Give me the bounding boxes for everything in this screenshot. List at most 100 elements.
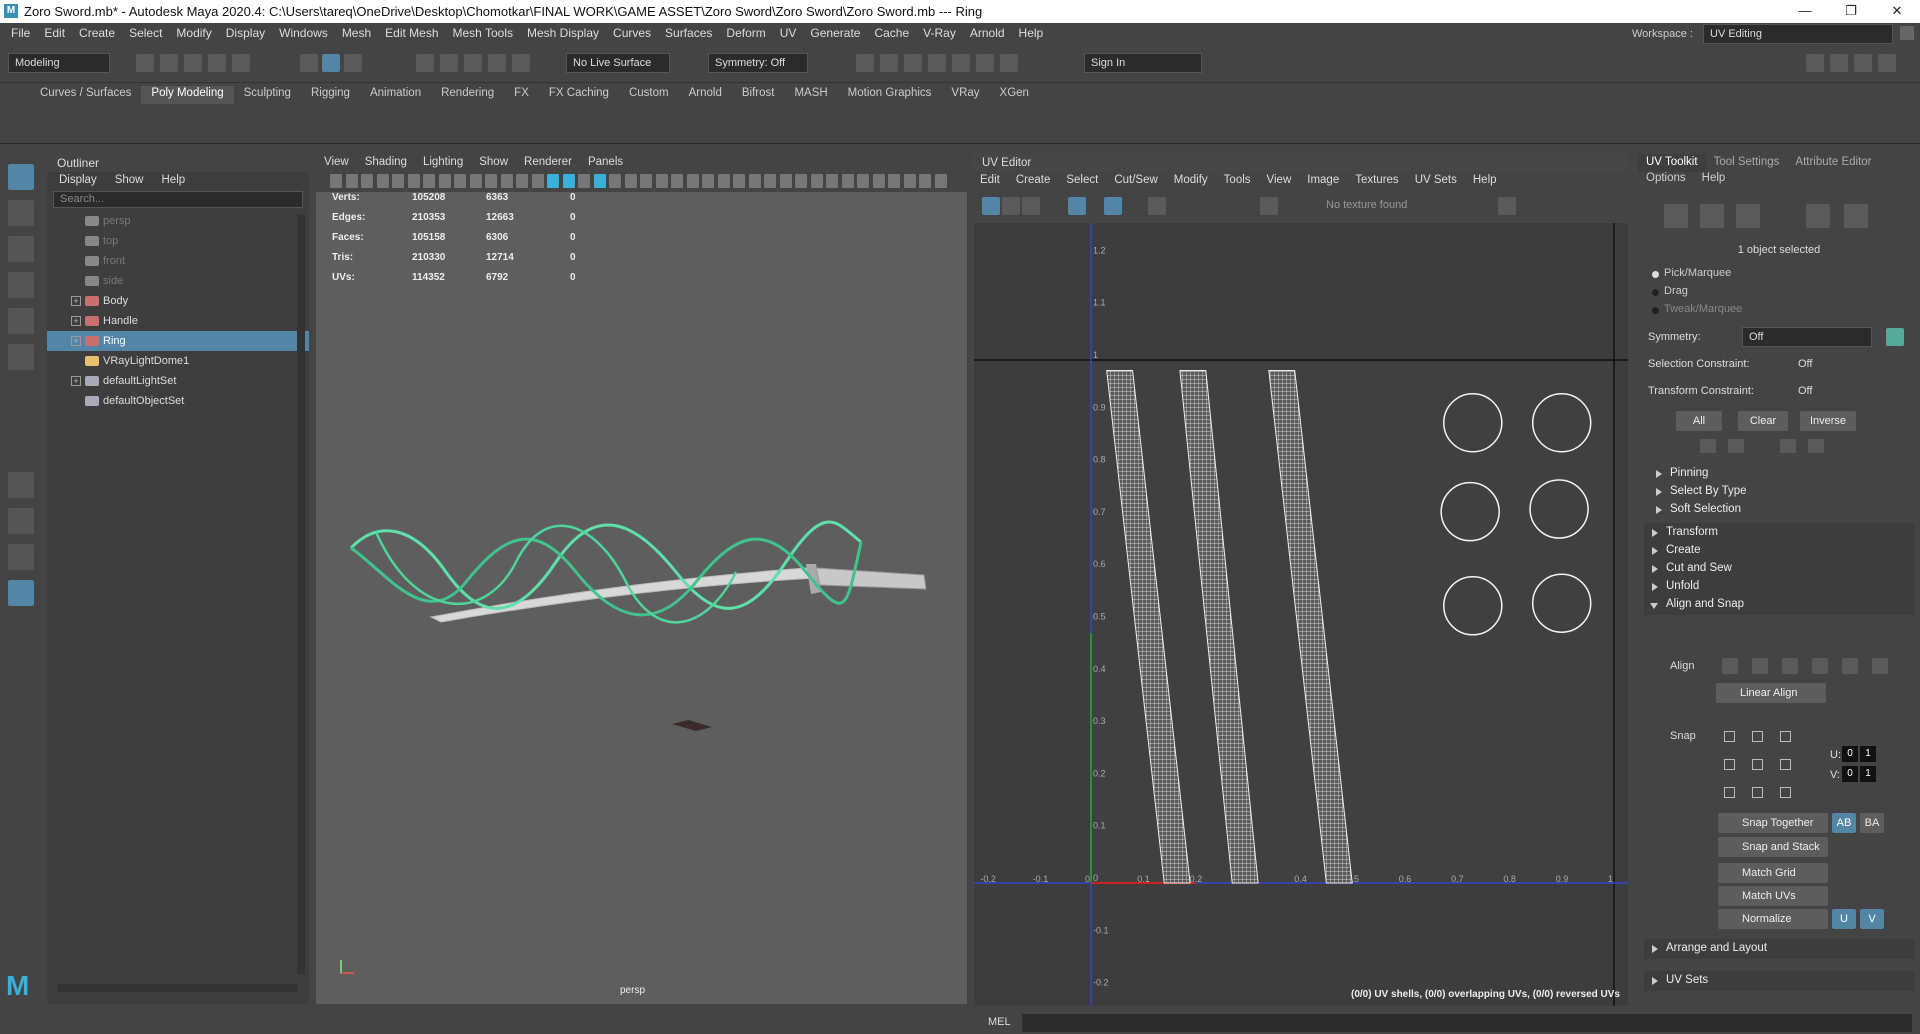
uv-distortion-icon[interactable]	[1068, 197, 1086, 215]
redo-icon[interactable]	[232, 54, 250, 72]
single-pane-icon[interactable]	[8, 472, 34, 498]
viewport-tool-icon-13[interactable]	[516, 174, 528, 188]
outliner-item-body[interactable]: + Body	[47, 291, 309, 311]
menuset-dropdown[interactable]: Modeling	[8, 53, 110, 73]
snap-grid-icon[interactable]	[416, 54, 434, 72]
viewport-tool-icon-31[interactable]	[795, 174, 807, 188]
viewport-tool-icon-25[interactable]	[702, 174, 714, 188]
v-max-field[interactable]: 1	[1860, 766, 1876, 782]
viewport-tool-icon-38[interactable]	[903, 174, 916, 188]
tab-uv-toolkit[interactable]: UV Toolkit	[1638, 154, 1706, 172]
menu-display[interactable]: Display	[219, 26, 272, 40]
section-align-and-snap[interactable]: Align and Snap	[1644, 595, 1914, 615]
viewport-tool-icon-14[interactable]	[531, 174, 544, 188]
clear-selection-button[interactable]: Clear	[1738, 411, 1788, 431]
viewport-menu-shading[interactable]: Shading	[357, 154, 415, 172]
shelf-tab-sculpting[interactable]: Sculpting	[234, 86, 301, 104]
ba-button[interactable]: BA	[1860, 813, 1884, 833]
paint-select-icon[interactable]	[8, 236, 34, 262]
u-min-field[interactable]: 0	[1842, 746, 1858, 762]
shelf-tab-curves-surfaces[interactable]: Curves / Surfaces	[30, 86, 141, 104]
viewport-tool-icon-20[interactable]	[624, 174, 637, 188]
uv-checker-icon[interactable]	[1104, 197, 1122, 215]
uv-menu-uv-sets[interactable]: UV Sets	[1407, 172, 1465, 190]
menu-surfaces[interactable]: Surfaces	[658, 26, 719, 40]
shelf-tab-custom[interactable]: Custom	[619, 86, 679, 104]
uv-grid-canvas[interactable]: 1.2 1.1 1 0.9 0.8 0.7 0.6 0.5 0.4 0.3 0.2 0.1 0 -0.1 -…	[974, 223, 1628, 1006]
rotate-tool-icon[interactable]	[8, 308, 34, 334]
viewport-tool-icon-37[interactable]	[888, 174, 900, 188]
viewport-tool-icon-35[interactable]	[857, 174, 869, 188]
viewport-tool-icon-12[interactable]	[500, 174, 513, 188]
symmetry-dropdown-uv[interactable]: Off	[1742, 327, 1872, 347]
outliner-menu-display[interactable]: Display	[59, 174, 97, 186]
snap-together-button[interactable]: Snap Together	[1718, 813, 1828, 833]
uv-menu-select[interactable]: Select	[1058, 172, 1106, 190]
shelf-tab-fx-caching[interactable]: FX Caching	[539, 86, 619, 104]
shelf-tab-poly-modeling[interactable]: Poly Modeling	[141, 86, 234, 104]
viewport-menu-renderer[interactable]: Renderer	[516, 154, 580, 172]
pause-icon[interactable]	[1000, 54, 1018, 72]
menu-cache[interactable]: Cache	[867, 26, 916, 40]
viewport-tool-icon-2[interactable]	[345, 174, 358, 188]
viewport-tool-icon-29[interactable]	[764, 174, 776, 188]
match-uvs-button[interactable]: Match UVs	[1718, 886, 1828, 906]
tab-attribute-editor[interactable]: Attribute Editor	[1787, 154, 1879, 172]
menu-uv[interactable]: UV	[773, 26, 804, 40]
render-icon[interactable]	[856, 54, 874, 72]
menu-mesh-display[interactable]: Mesh Display	[520, 26, 606, 40]
viewport-tool-icon-10[interactable]	[469, 174, 482, 188]
render-setup-icon[interactable]	[952, 54, 970, 72]
uv-snapshot-icon[interactable]	[1148, 197, 1166, 215]
tab-tool-settings[interactable]: Tool Settings	[1706, 154, 1788, 172]
section-cut-and-sew[interactable]: Cut and Sew	[1644, 559, 1914, 579]
snap-checkbox[interactable]	[1780, 731, 1791, 742]
uv-menu-tools[interactable]: Tools	[1216, 172, 1259, 190]
snap-view-icon[interactable]	[488, 54, 506, 72]
expand-icon[interactable]: +	[71, 296, 81, 306]
section-soft-selection[interactable]: Soft Selection	[1648, 500, 1918, 520]
outliner-layout-icon[interactable]	[8, 580, 34, 606]
radio-tweak-marquee[interactable]	[1652, 307, 1659, 314]
viewport-tool-icon-21[interactable]	[640, 174, 652, 188]
uv-menu-help[interactable]: Help	[1465, 172, 1505, 190]
uv-menu-edit[interactable]: Edit	[972, 172, 1008, 190]
snap-checkbox[interactable]	[1724, 731, 1735, 742]
viewport-menu-panels[interactable]: Panels	[580, 154, 631, 172]
channel-box-icon[interactable]	[1878, 54, 1896, 72]
viewport-tool-icon-22[interactable]	[655, 174, 668, 188]
uv-menu-modify[interactable]: Modify	[1166, 172, 1216, 190]
shelf-tab-vray[interactable]: VRay	[941, 86, 989, 104]
outliner-menu-help[interactable]: Help	[162, 174, 186, 186]
viewport-tool-icon-40[interactable]	[934, 174, 947, 188]
viewport-tool-icon-5[interactable]	[392, 174, 404, 188]
normalize-v-button[interactable]: V	[1860, 909, 1884, 929]
outliner-menu-show[interactable]: Show	[115, 174, 144, 186]
viewport-tool-icon-33[interactable]	[826, 174, 838, 188]
snap-surface-icon[interactable]	[512, 54, 530, 72]
shelf-tab-rigging[interactable]: Rigging	[301, 86, 360, 104]
outliner-item-handle[interactable]: + Handle	[47, 311, 309, 331]
align-left-icon[interactable]	[1722, 658, 1738, 674]
new-scene-icon[interactable]	[136, 54, 154, 72]
uv-menu-image[interactable]: Image	[1299, 172, 1347, 190]
viewport-tool-icon-24[interactable]	[686, 174, 699, 188]
expand-icon[interactable]: +	[71, 336, 81, 346]
viewport-tool-icon-26[interactable]	[717, 174, 730, 188]
viewport-menu-lighting[interactable]: Lighting	[415, 154, 471, 172]
undo-icon[interactable]	[208, 54, 226, 72]
workspace-dropdown[interactable]: UV Editing	[1703, 24, 1893, 44]
menu-edit[interactable]: Edit	[37, 26, 72, 40]
viewport-tool-icon-18[interactable]	[593, 174, 606, 188]
outliner-item-ring[interactable]: + Ring	[47, 331, 309, 351]
viewport-tool-icon-9[interactable]	[454, 174, 466, 188]
match-grid-button[interactable]: Match Grid	[1718, 863, 1828, 883]
uv-menu-view[interactable]: View	[1259, 172, 1300, 190]
align-right-icon[interactable]	[1782, 658, 1798, 674]
viewport-tool-icon-30[interactable]	[779, 174, 792, 188]
section-select-by-type[interactable]: Select By Type	[1648, 482, 1918, 502]
hypershade-icon[interactable]	[928, 54, 946, 72]
select-tool-icon[interactable]	[8, 164, 34, 190]
shelf-tab-xgen[interactable]: XGen	[990, 86, 1039, 104]
snap-checkbox[interactable]	[1724, 787, 1735, 798]
